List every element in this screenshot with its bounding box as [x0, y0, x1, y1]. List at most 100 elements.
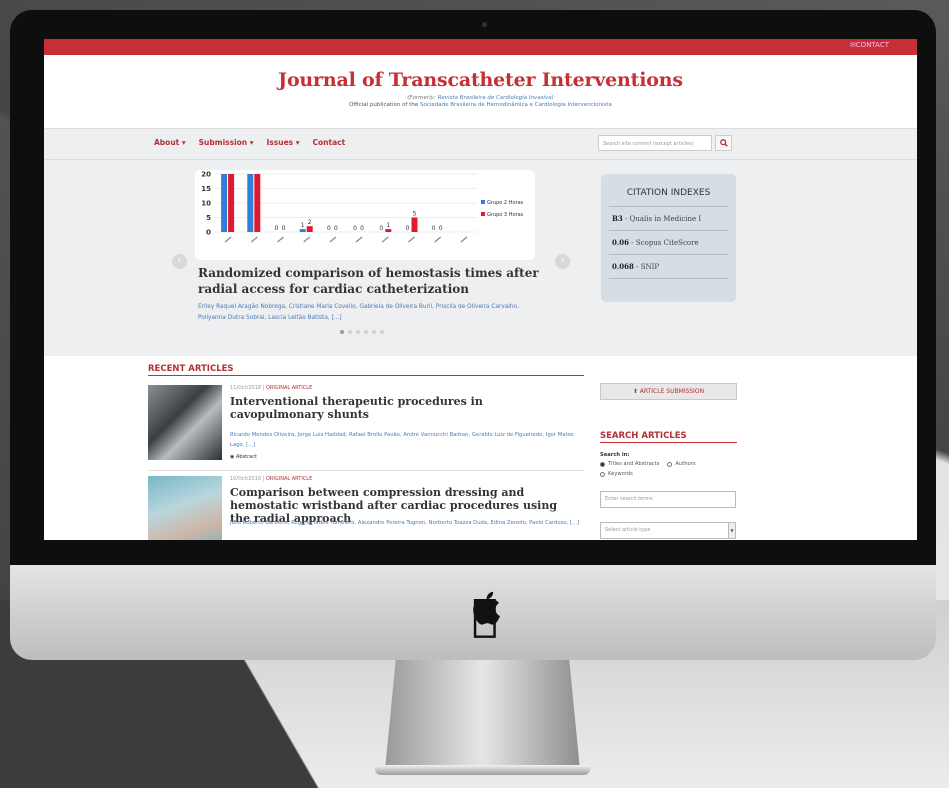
citation-row-qualis: B3 - Qualis in Medicine I: [609, 207, 728, 231]
x-tick-label: [329, 236, 337, 243]
x-tick-label: [224, 236, 232, 243]
radio-authors[interactable]: [667, 461, 673, 467]
bar: [254, 174, 261, 232]
data-label: 0: [379, 225, 383, 232]
x-tick-label: [277, 236, 284, 243]
nav-menu: About ▾ Submission ▾ Issues ▾ Contact: [154, 138, 345, 147]
carousel-dots: [340, 330, 384, 334]
article-item: 11/Oct/2018 | ORIGINAL ARTICLE Intervent…: [148, 385, 584, 471]
bar: [299, 229, 306, 232]
featured-chart: 0 5 10 15 20 0 0 1 2 0 0 0 0 0 1 0 5 0 0 Grupo 2 Horas Grupo…: [195, 170, 535, 260]
search-option-row: Keywords: [600, 471, 633, 477]
x-tick-label: [460, 236, 468, 243]
data-label: 2: [308, 219, 312, 226]
data-label: 1: [386, 222, 390, 229]
bar-chart: 051015200 0 1 20 0 0 0 0 1 050 0Grupo 2 HorasGrupo…: [201, 171, 524, 243]
search-articles-header: SEARCH ARTICLES: [600, 431, 737, 443]
featured-article-title[interactable]: Randomized comparison of hemostasis time…: [198, 265, 578, 297]
citation-title: CITATION INDEXES: [609, 174, 728, 207]
x-tick-label: [408, 236, 415, 243]
recent-articles-header: RECENT ARTICLES: [148, 364, 584, 376]
article-thumbnail[interactable]: [148, 476, 222, 540]
radio-label: Titles and Abstracts: [608, 461, 660, 467]
article-meta: 11/Oct/2018 | ORIGINAL ARTICLE: [230, 385, 313, 391]
search-terms-input[interactable]: Enter search terms: [600, 491, 736, 508]
featured-article-authors[interactable]: Erlley Raquel Aragão Nobrega, Cristiane …: [198, 302, 548, 324]
formerly-label: (Formerly:: [407, 95, 436, 101]
site-header: Journal of Transcatheter Interventions (…: [44, 55, 917, 128]
article-submission-button[interactable]: ⬆ ARTICLE SUBMISSION: [600, 383, 737, 400]
carousel-prev-button[interactable]: ‹: [172, 254, 187, 269]
citation-label: - Scopus CiteScore: [631, 239, 699, 247]
formerly-name-link[interactable]: Revista Brasileira de Cardiologia Invasi…: [438, 95, 554, 101]
legend-label: Grupo 2 Horas: [487, 200, 524, 206]
y-tick-label: 20: [201, 171, 211, 179]
article-title[interactable]: Interventional therapeutic procedures in…: [230, 395, 580, 421]
eye-icon: ◉: [230, 454, 235, 460]
article-authors[interactable]: Ricardo Mendes Oliveira, Jorge Luis Hadd…: [230, 430, 580, 450]
x-tick-label: [355, 236, 363, 243]
carousel-dot[interactable]: [364, 330, 368, 334]
abstract-link[interactable]: ◉ Abstract: [230, 454, 257, 460]
data-label: 0: [406, 225, 410, 232]
legend-swatch: [481, 200, 485, 204]
article-date: 11/Oct/2018: [230, 385, 262, 391]
search-button[interactable]: [715, 135, 732, 151]
x-tick-label: [250, 236, 258, 243]
carousel-dot[interactable]: [380, 330, 384, 334]
nav-issues[interactable]: Issues ▾: [267, 138, 300, 147]
submission-label: ARTICLE SUBMISSION: [639, 388, 705, 395]
data-label: 0: [275, 225, 279, 232]
legend-swatch: [481, 212, 485, 216]
data-label: 0: [282, 225, 286, 232]
x-tick-label: [434, 236, 442, 243]
top-bar: ✉CONTACT: [44, 39, 917, 55]
citation-value: B3: [612, 214, 623, 223]
top-contact-label: CONTACT: [855, 41, 889, 49]
carousel-dot[interactable]: [372, 330, 376, 334]
camera-icon: [482, 22, 487, 27]
citation-label: - SNIP: [636, 263, 660, 271]
y-tick-label: 5: [206, 214, 211, 222]
radio-keywords[interactable]: [600, 471, 605, 477]
nav-submission[interactable]: Submission ▾: [199, 138, 254, 147]
y-tick-label: 0: [206, 229, 211, 237]
carousel-dot[interactable]: [356, 330, 360, 334]
site-search-input[interactable]: Search site content (except articles): [598, 135, 712, 151]
bar: [228, 174, 235, 232]
top-contact-link[interactable]: ✉CONTACT: [850, 41, 889, 49]
carousel-dot[interactable]: [340, 330, 344, 334]
radio-titles-abstracts[interactable]: [600, 461, 605, 467]
radio-label: Keywords: [608, 471, 633, 477]
apple-logo-icon: [466, 586, 506, 637]
article-date: 10/Oct/2018: [230, 476, 262, 482]
official-label: Official publication of the: [349, 102, 419, 108]
bar: [306, 226, 313, 232]
official-line: Official publication of the Sociedade Br…: [44, 102, 917, 108]
bar: [247, 174, 254, 232]
nav-about[interactable]: About ▾: [154, 138, 186, 147]
data-label: 0: [334, 225, 338, 232]
article-meta: 10/Oct/2018 | ORIGINAL ARTICLE: [230, 476, 313, 482]
article-thumbnail[interactable]: [148, 385, 222, 460]
article-type-select[interactable]: Select article type ▼: [600, 522, 736, 539]
official-org-link[interactable]: Sociedade Brasileira de Hemodinâmica e C…: [420, 102, 612, 108]
data-label: 0: [439, 225, 443, 232]
article-divider: [148, 470, 584, 471]
upload-icon: ⬆: [632, 388, 638, 395]
chevron-down-icon: ▼: [728, 523, 735, 538]
search-icon: [719, 139, 728, 147]
journal-title[interactable]: Journal of Transcatheter Interventions: [44, 55, 917, 91]
nav-contact[interactable]: Contact: [313, 138, 346, 147]
data-label: 5: [413, 211, 417, 218]
article-type-value: Select article type: [605, 527, 651, 533]
radio-label: Authors: [675, 461, 696, 467]
article-authors[interactable]: Júlio Roberto Barbiero, Rogério Tadeu Tu…: [230, 518, 580, 528]
bar: [221, 174, 228, 232]
carousel-dot[interactable]: [348, 330, 352, 334]
data-label: 0: [327, 225, 331, 232]
legend-label: Grupo 3 Horas: [487, 212, 524, 218]
search-in-label: Search in:: [600, 452, 630, 458]
search-option-row: Titles and Abstracts Authors: [600, 461, 696, 467]
data-label: 0: [353, 225, 357, 232]
